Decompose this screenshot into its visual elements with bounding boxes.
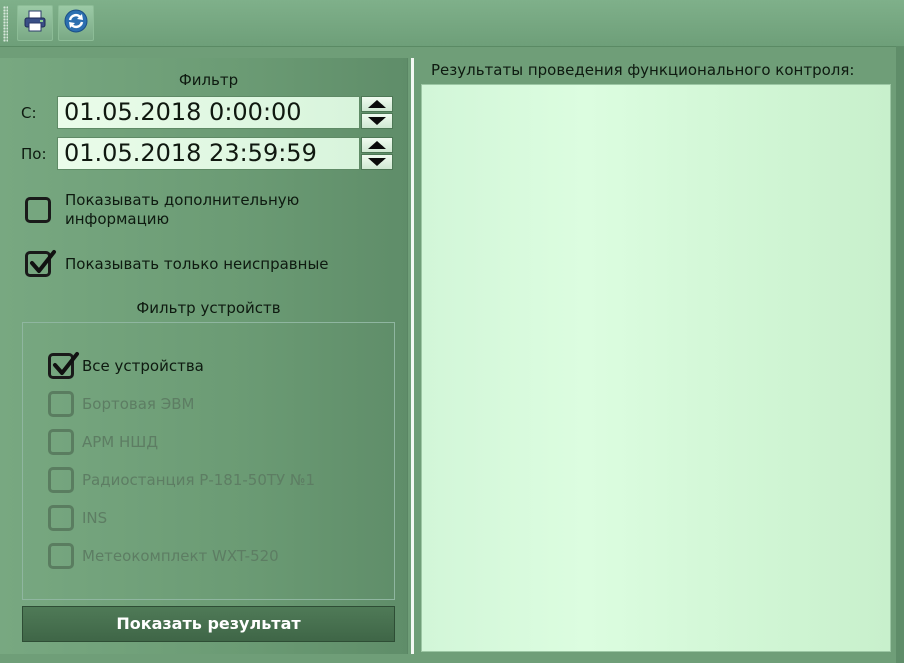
refresh-icon	[63, 8, 89, 38]
device-checkbox-weather-station[interactable]	[48, 543, 74, 569]
device-checkbox-all[interactable]	[48, 352, 79, 379]
arrow-up-icon	[368, 100, 386, 108]
from-label: С:	[21, 104, 37, 122]
to-spin-up-button[interactable]	[361, 137, 393, 153]
show-result-button[interactable]: Показать результат	[22, 606, 395, 642]
device-label-onboard-computer: Бортовая ЭВМ	[82, 395, 195, 413]
device-label-weather-station: Метеокомплект WXT-520	[82, 547, 279, 565]
checkmark-icon	[30, 250, 56, 273]
only-faulty-checkbox[interactable]	[25, 250, 56, 277]
results-title: Результаты проведения функционального ко…	[431, 61, 855, 79]
toolbar	[0, 0, 904, 47]
from-spin-up-button[interactable]	[361, 96, 393, 112]
to-spinner	[361, 137, 393, 170]
filter-title: Фильтр	[178, 71, 239, 89]
to-spin-down-button[interactable]	[361, 154, 393, 170]
from-spinner	[361, 96, 393, 129]
device-label-arm-nshd: АРМ НШД	[82, 433, 159, 451]
results-area[interactable]	[421, 84, 891, 652]
to-label: По:	[21, 145, 47, 163]
from-spin-down-button[interactable]	[361, 113, 393, 129]
show-extra-info-checkbox[interactable]	[25, 197, 51, 223]
print-button[interactable]	[17, 5, 53, 41]
from-datetime-input[interactable]: 01.05.2018 0:00:00	[57, 96, 360, 129]
device-label-radio-station: Радиостанция Р-181-50ТУ №1	[82, 471, 316, 489]
device-checkbox-onboard-computer[interactable]	[48, 391, 74, 417]
to-datetime-input[interactable]: 01.05.2018 23:59:59	[57, 137, 360, 170]
arrow-down-icon	[368, 158, 386, 166]
device-checkbox-ins[interactable]	[48, 505, 74, 531]
refresh-button[interactable]	[58, 5, 94, 41]
printer-icon	[23, 9, 47, 37]
device-checkbox-arm-nshd[interactable]	[48, 429, 74, 455]
window-edge	[896, 46, 904, 663]
device-label-ins: INS	[82, 509, 108, 527]
panel-splitter[interactable]	[411, 58, 414, 654]
device-checkbox-radio-station[interactable]	[48, 467, 74, 493]
device-filter-title: Фильтр устройств	[136, 299, 281, 317]
arrow-up-icon	[368, 141, 386, 149]
arrow-down-icon	[368, 117, 386, 125]
toolbar-grip[interactable]	[3, 6, 8, 42]
only-faulty-label: Показывать только неисправные	[65, 255, 329, 273]
device-label-all: Все устройства	[82, 357, 204, 375]
show-extra-info-label: Показывать дополнительную информацию	[65, 191, 300, 228]
checkmark-icon	[53, 352, 79, 375]
